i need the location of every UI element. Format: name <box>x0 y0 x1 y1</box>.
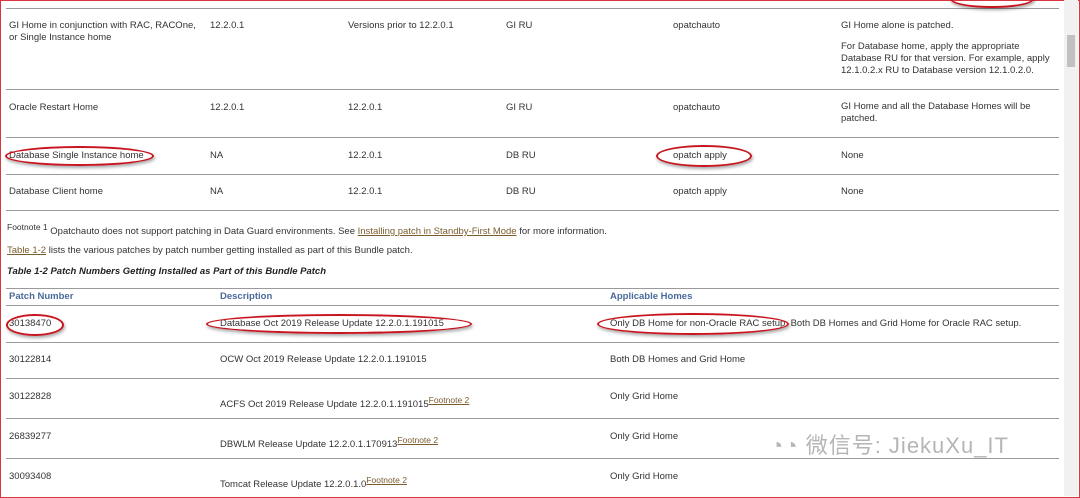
row-divider <box>6 137 1059 138</box>
row-divider <box>6 174 1059 175</box>
home-cell: Database Client home <box>9 186 103 197</box>
version-cell: NA <box>210 186 224 197</box>
db-version-cell: Versions prior to 12.2.0.1 <box>348 20 454 31</box>
notes-cell: GI Home and all the Database Homes will … <box>841 101 1031 124</box>
vertical-scrollbar[interactable] <box>1064 0 1078 496</box>
applicable-homes-cell: Only Grid Home <box>610 431 679 442</box>
row-divider <box>6 288 1059 289</box>
applicable-homes-cell: Only Grid Home <box>610 471 679 482</box>
description-cell: DBWLM Release Update 12.2.0.1.170913Foot… <box>220 435 438 450</box>
db-version-cell: 12.2.0.1 <box>348 102 383 113</box>
notes-cell: None <box>841 150 864 161</box>
description-text: DBWLM Release Update 12.2.0.1.170913 <box>220 439 398 450</box>
annotation-ellipse <box>656 145 752 167</box>
patch-number-cell: 26839277 <box>9 431 52 442</box>
home-cell: GI Home in conjunction with RAC, RACOne,… <box>9 20 196 43</box>
patch-number-cell: 30122814 <box>9 354 52 365</box>
table-1-2-link[interactable]: Table 1-2 <box>7 245 46 256</box>
annotation-ellipse <box>597 313 789 335</box>
tool-cell: opatch apply <box>673 186 727 197</box>
patch-type-cell: DB RU <box>506 150 536 161</box>
version-cell: 12.2.0.1 <box>210 102 245 113</box>
footnote-text: Opatchauto does not support patching in … <box>50 226 358 237</box>
footnote-2-link[interactable]: Footnote 2 <box>366 475 407 485</box>
row-divider <box>6 418 1059 419</box>
scrollbar-thumb[interactable] <box>1067 35 1075 67</box>
row-divider <box>6 305 1059 306</box>
table-caption: Table 1-2 Patch Numbers Getting Installe… <box>7 266 327 277</box>
notes-cell: None <box>841 186 864 197</box>
description-text: Tomcat Release Update 12.2.0.1.0 <box>220 479 367 490</box>
footnote-suffix: for more information. <box>516 226 607 237</box>
annotation-ellipse <box>206 314 472 334</box>
row-divider <box>6 8 1059 9</box>
watermark: ◔◔ 微信号: JiekuXu_IT <box>770 428 1009 460</box>
description-cell: Tomcat Release Update 12.2.0.1.0Footnote… <box>220 475 407 490</box>
patch-type-cell: GI RU <box>506 102 533 113</box>
notes-cell: For Database home, apply the appropriate… <box>841 41 1050 76</box>
standby-first-link[interactable]: Installing patch in Standby-First Mode <box>358 226 517 237</box>
patch-number-cell: 30093408 <box>9 471 52 482</box>
tool-cell: opatchauto <box>673 20 721 31</box>
patch-type-cell: GI RU <box>506 20 533 31</box>
description-text: ACFS Oct 2019 Release Update 12.2.0.1.19… <box>220 399 429 410</box>
db-version-cell: 12.2.0.1 <box>348 150 383 161</box>
column-header-patch-number: Patch Number <box>9 291 74 302</box>
description-cell: OCW Oct 2019 Release Update 12.2.0.1.191… <box>220 354 427 365</box>
version-cell: NA <box>210 150 224 161</box>
description-cell: ACFS Oct 2019 Release Update 12.2.0.1.19… <box>220 395 469 410</box>
intro-paragraph: Table 1-2 lists the various patches by p… <box>7 245 413 256</box>
footnote: Footnote 1 Opatchauto does not support p… <box>7 222 607 237</box>
tool-cell: opatchauto <box>673 102 721 113</box>
footnote-2-link[interactable]: Footnote 2 <box>429 395 470 405</box>
intro-text: lists the various patches by patch numbe… <box>46 245 413 256</box>
applicable-homes-cell: Only Grid Home <box>610 391 679 402</box>
footnote-label: Footnote 1 <box>7 222 48 232</box>
annotation-ellipse <box>5 146 154 166</box>
home-cell: Oracle Restart Home <box>9 102 99 113</box>
patch-type-cell: DB RU <box>506 186 536 197</box>
wechat-icon: ◔◔ <box>770 433 806 458</box>
version-cell: 12.2.0.1 <box>210 20 245 31</box>
annotation-ellipse <box>6 314 64 336</box>
row-divider <box>6 378 1059 379</box>
applicable-homes-cell: Both DB Homes and Grid Home <box>610 354 746 365</box>
footnote-2-link[interactable]: Footnote 2 <box>397 435 438 445</box>
notes-cell: GI Home alone is patched. <box>841 20 954 31</box>
watermark-text: 微信号: JiekuXu_IT <box>805 433 1009 458</box>
patch-number-cell: 30122828 <box>9 391 52 402</box>
row-divider <box>6 89 1059 90</box>
column-header-description: Description <box>220 291 273 302</box>
db-version-cell: 12.2.0.1 <box>348 186 383 197</box>
row-divider <box>6 342 1059 343</box>
column-header-applicable-homes: Applicable Homes <box>610 291 693 302</box>
row-divider <box>6 210 1059 211</box>
